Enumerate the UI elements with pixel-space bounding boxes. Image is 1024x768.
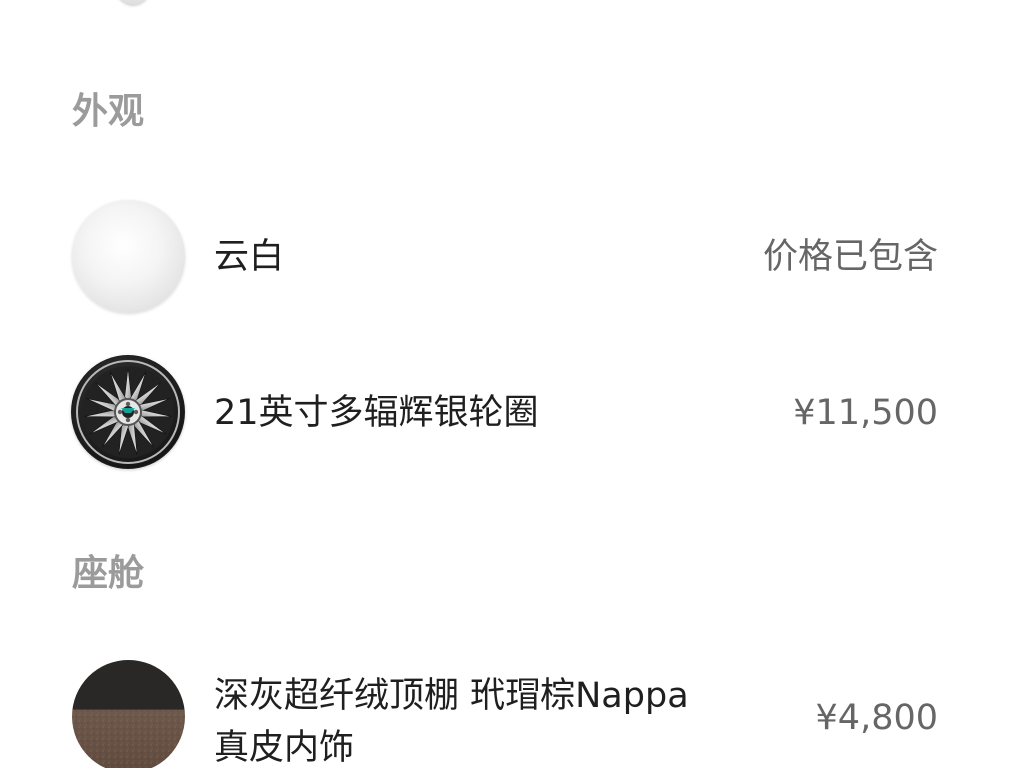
- vehicle-configuration-summary: 外观 云白 价格已包含 21英寸多辐辉银轮圈 ¥11,500 座舱 深灰超纤绒顶…: [0, 0, 1024, 768]
- exterior-section-title: 外观: [72, 91, 145, 132]
- cabin-option-name-line-1: 深灰超纤绒顶棚 玳瑁棕Nappa: [214, 676, 689, 716]
- exterior-color-name: 云白: [214, 237, 285, 277]
- cabin-option-price: ¥4,800: [815, 698, 938, 738]
- cloud-white-color-swatch-icon: [72, 200, 185, 313]
- gray-brown-interior-swatch-icon: [72, 660, 185, 768]
- wheel-option-name: 21英寸多辐辉银轮圈: [214, 393, 539, 433]
- cabin-option-row[interactable]: 深灰超纤绒顶棚 玳瑁棕Nappa 真皮内饰 ¥4,800: [0, 0, 1024, 768]
- cabin-option-name: 深灰超纤绒顶棚 玳瑁棕Nappa 真皮内饰: [214, 670, 774, 768]
- multi-spoke-silver-wheel-icon: [71, 355, 185, 469]
- exterior-color-price: 价格已包含: [762, 237, 938, 277]
- wheel-option-price: ¥11,500: [793, 393, 938, 433]
- cabin-option-name-line-2: 真皮内饰: [214, 728, 355, 768]
- cabin-section-title: 座舱: [72, 553, 145, 594]
